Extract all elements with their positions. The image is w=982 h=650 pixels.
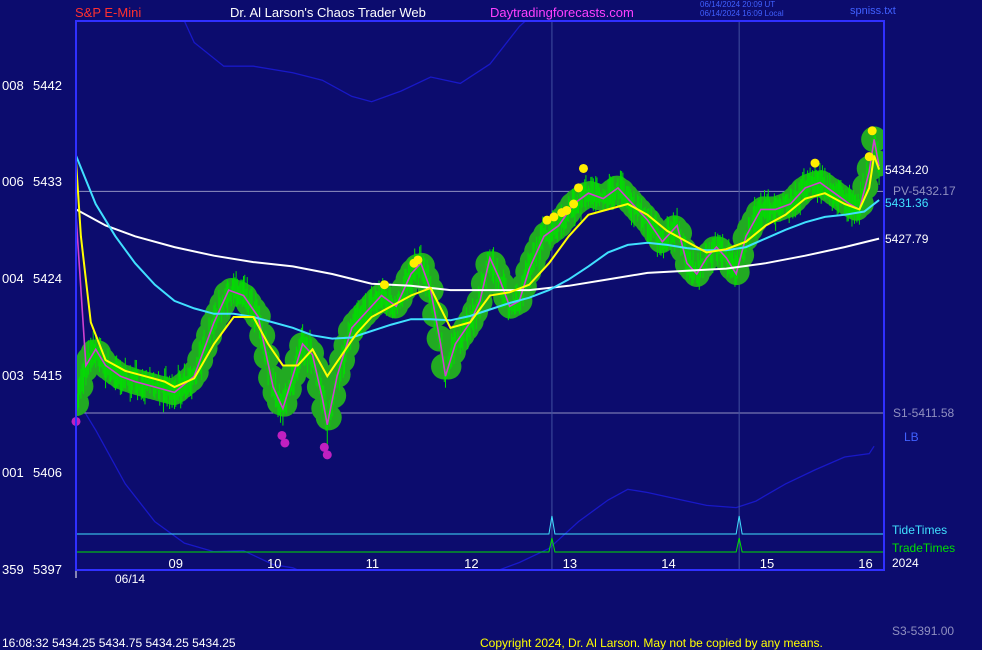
y-tick-label: 5433: [33, 174, 62, 190]
swing-high-dot: [864, 152, 874, 162]
y-tick-code: 008: [2, 77, 24, 93]
copyright: Copyright 2024, Dr. Al Larson. May not b…: [480, 636, 823, 650]
slow-ma-value: 5427.79: [885, 231, 929, 246]
swing-high-dot: [379, 280, 389, 290]
x-tick-label: 09: [168, 556, 183, 571]
fast-ma-value: 5434.20: [885, 162, 929, 177]
y-tick-code: 003: [2, 368, 24, 384]
date-label: 06/14: [115, 572, 146, 586]
swing-low-dot: [322, 450, 332, 460]
x-tick-label: 12: [464, 556, 479, 571]
last-quote: 16:08:32 5434.25 5434.75 5434.25 5434.25: [2, 636, 236, 650]
s3-level-label: S3-5391.00: [892, 624, 955, 638]
x-tick-label: 16: [858, 556, 873, 571]
chart-canvas: [71, 20, 885, 578]
y-tick-code: 004: [2, 271, 24, 287]
tide-times-line: [76, 515, 884, 535]
swing-high-dot: [549, 212, 559, 222]
swing-high-dot: [867, 126, 877, 136]
y-tick-code: 001: [2, 465, 24, 481]
tide-times-label: TideTimes: [892, 523, 948, 537]
swing-high-dot: [810, 158, 820, 168]
swing-high-dot: [562, 205, 572, 215]
y-tick-code: 006: [2, 174, 24, 190]
time-local: 06/14/2024 16:09 Local: [700, 9, 784, 18]
swing-high-dot: [569, 199, 579, 209]
support-level-label: S1-5411.58: [893, 406, 955, 421]
y-tick-label: 5424: [33, 271, 62, 287]
mid-ma-value: 5431.36: [885, 196, 929, 211]
time-utc: 06/14/2024 20:09 UT: [700, 0, 776, 9]
swing-high-dot: [574, 183, 584, 193]
x-tick-label: 14: [661, 556, 676, 571]
trade-times-label: TradeTimes: [892, 541, 956, 555]
y-tick-label: 5442: [33, 77, 62, 93]
y-tick-code: 359: [2, 562, 24, 577]
year-label: 2024: [892, 556, 919, 570]
site-title: Dr. Al Larson's Chaos Trader Web: [230, 5, 426, 20]
site-url[interactable]: Daytradingforecasts.com: [490, 5, 634, 20]
instrument-title: S&P E-Mini: [75, 5, 142, 20]
swing-low-dot: [280, 438, 290, 448]
x-tick-label: 11: [365, 556, 380, 571]
x-tick-label: 15: [759, 556, 775, 571]
x-tick-label: 10: [267, 556, 282, 571]
y-tick-label: 5406: [33, 465, 62, 481]
swing-high-dot: [578, 163, 588, 173]
x-tick-label: 13: [562, 556, 578, 571]
file-name: spniss.txt: [850, 5, 896, 17]
swing-high-dot: [413, 255, 423, 265]
trade-times-line: [76, 537, 884, 553]
lb-label: LB: [904, 430, 919, 444]
y-tick-label: 5415: [33, 368, 62, 384]
y-tick-label: 5397: [33, 562, 62, 577]
